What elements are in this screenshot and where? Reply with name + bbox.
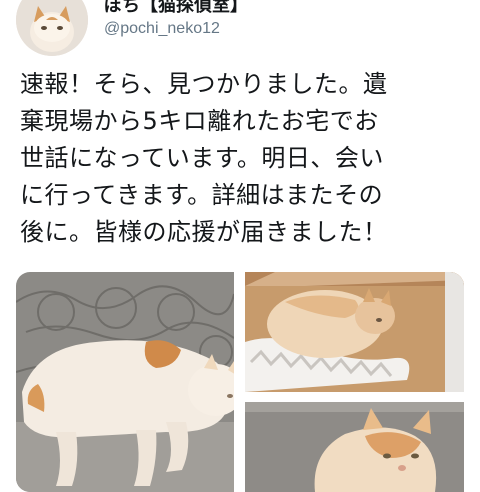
cat-avatar-image xyxy=(16,0,88,56)
tweet-media-grid xyxy=(16,272,464,492)
author-handle[interactable]: @pochi_neko12 xyxy=(104,20,220,38)
tweet-header: ぽち【猫探偵室】 @pochi_neko12 xyxy=(0,0,480,62)
tweet-text-line: 速報！そら、見つかりました。遺 xyxy=(20,70,388,98)
tweet-text-line: 後に。皆様の応援が届きました！ xyxy=(20,218,388,246)
tweet-text-line: 世話になっています。明日、会い xyxy=(20,144,384,172)
photo-cat-on-pavement[interactable] xyxy=(16,272,234,492)
tweet-text-line: に行ってきます。詳細はまたその xyxy=(20,181,384,209)
tweet-text: 速報！そら、見つかりました。遺 棄現場から5キロ離れたお宅でお 世話になっていま… xyxy=(20,66,470,251)
author-name[interactable]: ぽち【猫探偵室】 xyxy=(104,0,248,17)
avatar[interactable] xyxy=(16,0,88,56)
photo-cat-walking[interactable] xyxy=(245,402,464,492)
tweet-text-line: 棄現場から5キロ離れたお宅でお xyxy=(20,107,379,135)
photo-cat-in-box[interactable] xyxy=(245,272,464,392)
